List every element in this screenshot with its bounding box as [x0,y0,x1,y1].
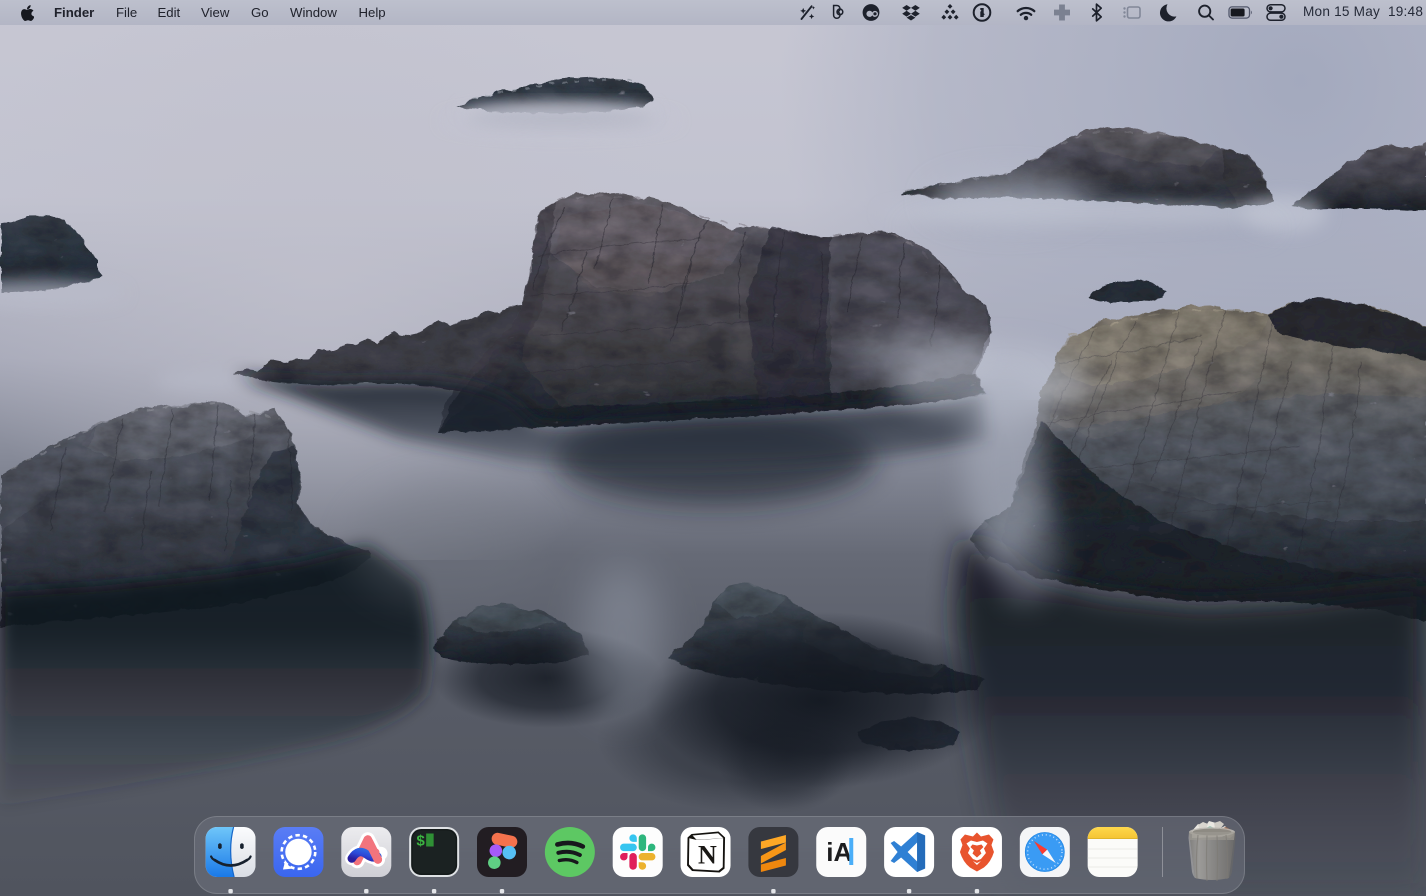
svg-text:$: $ [416,834,425,851]
svg-text:N: N [698,841,717,870]
svg-text:iA: iA [826,837,852,867]
